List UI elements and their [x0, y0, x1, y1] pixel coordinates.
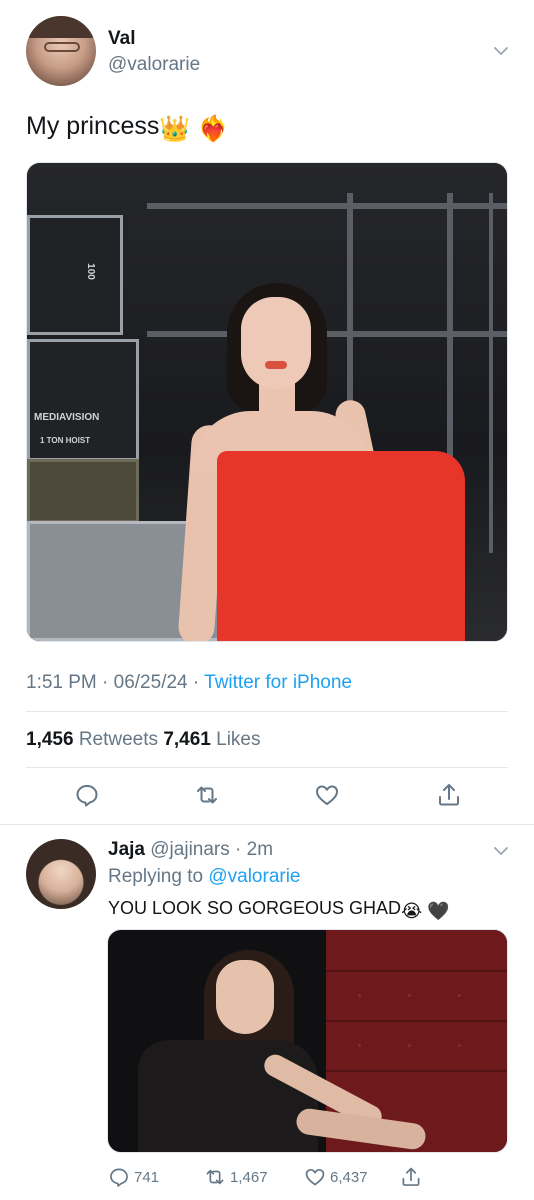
photo-case: 100: [27, 215, 123, 335]
tweet-photo[interactable]: 100 MEDIAVISION 1 TON HOIST: [26, 162, 508, 642]
reply-tweet[interactable]: Jaja @jajinars · 2m Replying to @valorar…: [0, 825, 534, 1200]
main-tweet: Val @valorarie My princess👑 ❤️‍🔥 100 MED…: [0, 0, 534, 824]
black-heart-emoji: 🖤: [427, 901, 450, 921]
reply-icon: [110, 1168, 128, 1187]
author-name[interactable]: Val: [108, 28, 135, 50]
replying-to-handle[interactable]: @valorarie: [208, 866, 300, 887]
reply-author-name[interactable]: Jaja: [108, 839, 145, 860]
retweets-count[interactable]: 1,456: [26, 729, 74, 750]
photo-booth-stud: [408, 1044, 411, 1047]
reply-separator: ·: [229, 839, 247, 860]
tweet-stats: 1,456 Retweets 7,461 Likes: [26, 729, 261, 751]
photo-truss: [147, 203, 507, 209]
likes-count[interactable]: 7,461: [163, 729, 211, 750]
photo-booth-stud: [458, 994, 461, 997]
tweet-timestamp: 1:51 PM · 06/25/24 ·: [26, 672, 205, 693]
reply-time[interactable]: 2m: [247, 839, 273, 860]
photo-truss: [147, 331, 507, 337]
avatar-glasses: [44, 42, 80, 52]
photo-case: MEDIAVISION 1 TON HOIST: [27, 339, 139, 461]
chevron-down-icon[interactable]: [493, 43, 509, 59]
divider: [26, 767, 508, 768]
share-icon[interactable]: [436, 782, 462, 808]
photo-booth-stud: [408, 994, 411, 997]
reply-author-avatar[interactable]: [26, 839, 96, 909]
photo-subject-dress: [217, 451, 465, 641]
tweet-text-body: My princess: [26, 112, 160, 140]
retweets-label[interactable]: Retweets: [79, 729, 158, 750]
heart-on-fire-emoji: ❤️‍🔥: [197, 115, 229, 143]
retweet-icon: [206, 1169, 224, 1185]
reply-author-handle[interactable]: @jajinars: [150, 839, 229, 860]
author-avatar[interactable]: [26, 16, 96, 86]
reply-count: 741: [134, 1168, 160, 1186]
photo-booth-seam: [326, 1020, 507, 1022]
replying-to: Replying to @valorarie: [108, 866, 301, 888]
reply-icon[interactable]: [74, 782, 100, 808]
photo-case-label: 1 TON HOIST: [40, 436, 91, 445]
photo-truss: [489, 193, 493, 553]
reply-action-reply[interactable]: 741: [108, 1165, 159, 1189]
crown-emoji: 👑: [159, 115, 191, 143]
reply-header: Jaja @jajinars · 2m: [108, 839, 273, 861]
photo-subject-face: [216, 960, 274, 1034]
retweet-icon[interactable]: [194, 782, 220, 808]
author-handle[interactable]: @valorarie: [108, 54, 200, 76]
reply-text-body: YOU LOOK SO GORGEOUS GHAD: [108, 898, 402, 918]
like-icon: [305, 1168, 325, 1186]
divider: [26, 711, 508, 712]
photo-booth-stud: [358, 994, 361, 997]
like-count: 6,437: [330, 1168, 368, 1186]
like-icon[interactable]: [314, 782, 340, 808]
photo-booth-stud: [458, 1044, 461, 1047]
photo-case: [27, 459, 139, 523]
photo-booth-seam: [326, 970, 507, 972]
tweet-source-link[interactable]: Twitter for iPhone: [204, 672, 352, 693]
retweet-count: 1,467: [230, 1168, 268, 1186]
reply-actions: 741 1,467 6,437: [108, 1165, 428, 1189]
avatar-hair: [26, 839, 96, 909]
reply-text: YOU LOOK SO GORGEOUS GHAD😭 🖤: [108, 898, 450, 922]
photo-booth-stud: [358, 1044, 361, 1047]
photo-subject-face: [241, 297, 311, 389]
likes-label[interactable]: Likes: [216, 729, 260, 750]
share-icon: [402, 1167, 420, 1186]
avatar-hair: [26, 16, 96, 38]
tweet-meta: 1:51 PM · 06/25/24 · Twitter for iPhone: [26, 672, 352, 694]
reply-action-retweet[interactable]: 1,467: [204, 1165, 268, 1189]
photo-case-label: MEDIAVISION: [34, 412, 100, 423]
reply-photo[interactable]: [107, 929, 508, 1153]
photo-case-label: 100: [84, 263, 96, 280]
photo-booth-seam: [326, 1070, 507, 1072]
reply-action-like[interactable]: 6,437: [304, 1165, 368, 1189]
reply-action-share[interactable]: [400, 1165, 426, 1189]
photo-subject-lips: [265, 361, 287, 369]
tweet-text: My princess👑 ❤️‍🔥: [26, 112, 229, 144]
crying-face-emoji: 😭: [401, 901, 423, 921]
photo-subject-dress: [138, 1040, 318, 1152]
chevron-down-icon[interactable]: [493, 843, 509, 859]
replying-to-prefix: Replying to: [108, 866, 209, 887]
